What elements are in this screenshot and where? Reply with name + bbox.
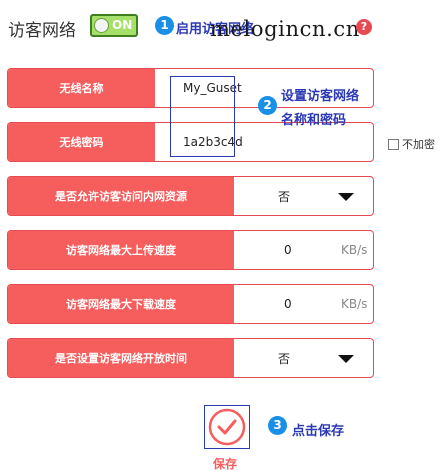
watermark: melogincn.cn (210, 17, 360, 41)
dropdown-arrow-icon[interactable] (338, 355, 354, 363)
download-speed-input[interactable]: 0 (284, 285, 292, 323)
save-label: 保存 (213, 457, 238, 471)
download-speed-unit: KB/s (341, 297, 368, 311)
step-2-annotation-line2: 名称和密码 (281, 113, 347, 128)
help-icon[interactable]: ? (356, 19, 372, 35)
checkmark-icon (208, 408, 246, 446)
schedule-label: 是否设置访客网络开放时间 (8, 339, 234, 377)
save-button[interactable] (204, 405, 250, 449)
upload-speed-unit: KB/s (341, 243, 368, 257)
step-1-badge: 1 (155, 16, 174, 35)
step-2-annotation-line1: 设置访客网络 (281, 89, 360, 104)
upload-speed-input[interactable]: 0 (284, 231, 292, 269)
toggle-label: ON (112, 18, 133, 32)
lan-access-label: 是否允许访客访问内网资源 (8, 177, 234, 215)
credentials-highlight (170, 76, 235, 157)
ssid-label: 无线名称 (8, 69, 155, 107)
toggle-knob (94, 18, 109, 33)
page-title: 访客网络 (8, 21, 76, 41)
no-encrypt-checkbox[interactable] (388, 138, 399, 150)
schedule-row: 是否设置访客网络开放时间 否 (7, 338, 374, 378)
download-speed-label: 访客网络最大下载速度 (8, 285, 234, 323)
step-2-badge: 2 (258, 96, 277, 115)
upload-speed-row: 访客网络最大上传速度 0 KB/s (7, 230, 374, 270)
password-label: 无线密码 (8, 123, 155, 161)
upload-speed-label: 访客网络最大上传速度 (8, 231, 234, 269)
step-3-badge: 3 (268, 416, 287, 435)
no-encrypt-option[interactable]: 不加密 (388, 136, 435, 152)
lan-access-select[interactable]: 否 (278, 177, 290, 215)
download-speed-row: 访客网络最大下载速度 0 KB/s (7, 284, 374, 324)
schedule-select[interactable]: 否 (278, 339, 290, 377)
no-encrypt-label: 不加密 (402, 138, 435, 151)
step-3-annotation: 点击保存 (292, 424, 345, 439)
dropdown-arrow-icon[interactable] (338, 193, 354, 201)
guest-network-toggle[interactable]: ON (90, 14, 138, 37)
lan-access-row: 是否允许访客访问内网资源 否 (7, 176, 374, 216)
